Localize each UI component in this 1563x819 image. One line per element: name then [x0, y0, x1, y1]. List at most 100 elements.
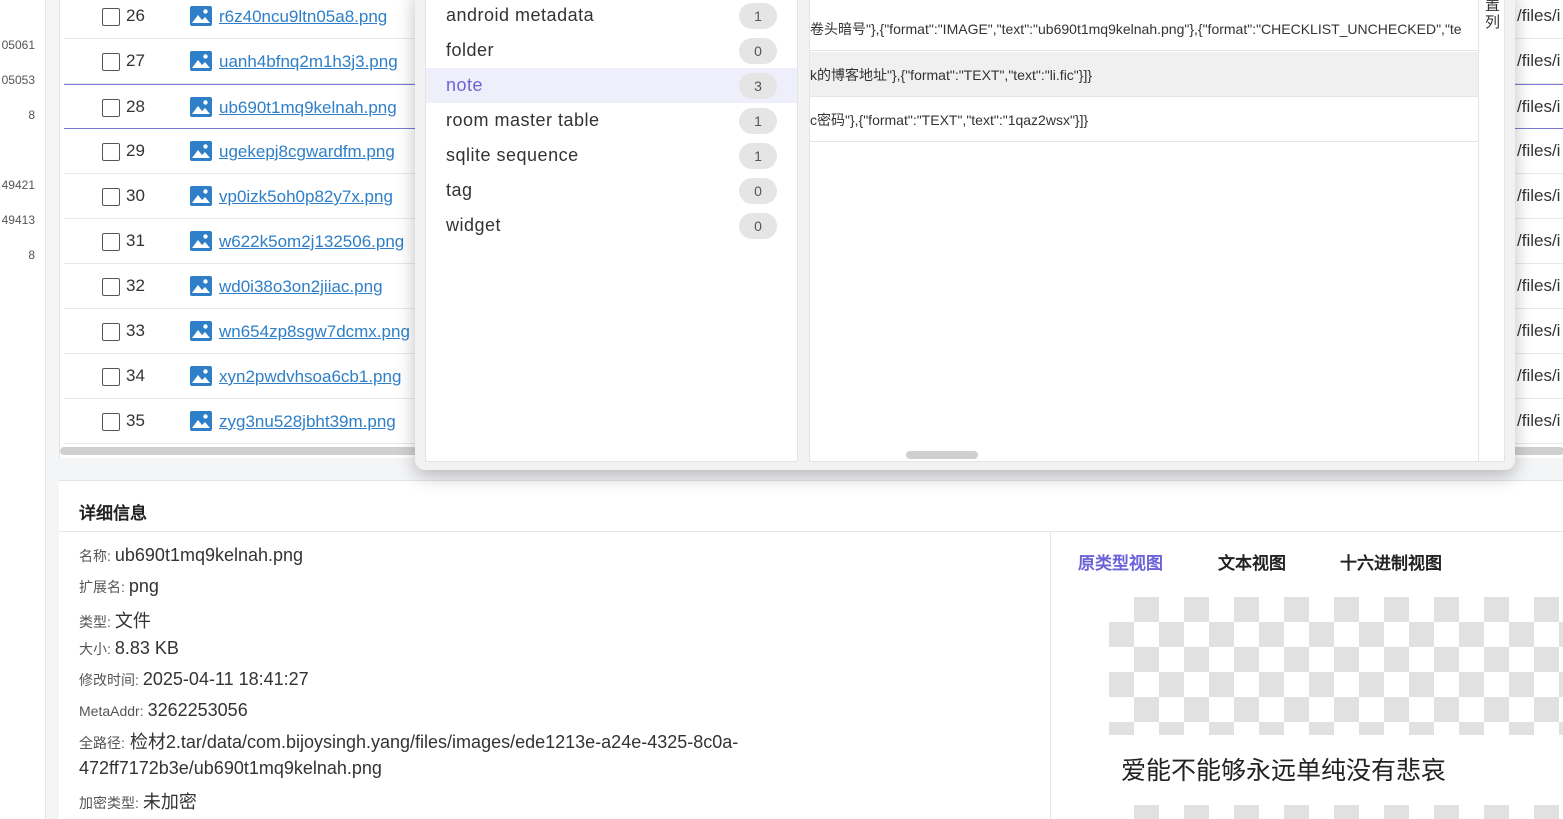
tab-original-view[interactable]: 原类型视图	[1078, 549, 1163, 574]
value: 检材2.tar/data/com.bijoysingh.yang/files/i…	[79, 732, 739, 778]
row-number: 29	[126, 141, 145, 160]
db-table-name: android metadata	[446, 5, 595, 25]
value: 3262253056	[147, 700, 248, 720]
file-name-link[interactable]: xyn2pwdvhsoa6cb1.png	[219, 367, 401, 387]
image-preview: 爱能不能够永远单纯没有悲哀	[1109, 597, 1563, 819]
row-number: 31	[126, 231, 145, 250]
row-number: 32	[126, 276, 145, 295]
db-table-item[interactable]: tag 0	[426, 173, 797, 208]
row-checkbox[interactable]	[102, 413, 120, 431]
file-name-link[interactable]: r6z40ncu9ltn05a8.png	[219, 7, 387, 27]
image-file-icon	[190, 411, 212, 431]
image-file-icon	[190, 6, 212, 26]
db-table-name: widget	[446, 215, 502, 235]
row-checkbox[interactable]	[102, 278, 120, 296]
row-checkbox[interactable]	[102, 188, 120, 206]
db-table-list: android metadata 1 folder 0 note 3 room …	[425, 0, 798, 462]
left-value: 05053	[1, 73, 35, 87]
label: 加密类型:	[79, 795, 139, 811]
file-name-link[interactable]: vp0izk5oh0p82y7x.png	[219, 187, 393, 207]
db-record-cell: 卷头暗号"},{"format":"IMAGE","text":"ub690t1…	[810, 21, 1462, 37]
db-table-count-badge: 3	[739, 73, 777, 99]
db-table-name: folder	[446, 40, 495, 60]
file-name-link[interactable]: wn654zp8sgw7dcmx.png	[219, 322, 410, 342]
row-checkbox[interactable]	[102, 53, 120, 71]
row-number: 28	[126, 97, 145, 116]
db-table-count-badge: 0	[739, 178, 777, 204]
db-table-name: tag	[446, 180, 473, 200]
file-name-link[interactable]: uanh4bfnq2m1h3j3.png	[219, 52, 398, 72]
db-table-count-badge: 1	[739, 108, 777, 134]
left-value: 05061	[1, 38, 35, 52]
detail-title: 详细信息	[79, 504, 147, 523]
db-table-count-badge: 0	[739, 213, 777, 239]
records-horizontal-scrollbar[interactable]	[906, 451, 978, 459]
row-checkbox[interactable]	[102, 368, 120, 386]
detail-meta-addr: MetaAddr: 3262253056	[79, 700, 248, 721]
detail-name: 名称: ub690t1mq9kelnah.png	[79, 545, 303, 566]
file-path: /files/i	[1517, 411, 1561, 430]
db-record-cell: k的博客地址"},{"format":"TEXT","text":"li.fic…	[810, 67, 1093, 83]
db-table-item[interactable]: widget 0	[426, 208, 797, 243]
row-checkbox[interactable]	[102, 323, 120, 341]
left-value: 8	[28, 108, 35, 122]
value: 8.83 KB	[114, 638, 179, 658]
left-value: 8	[28, 248, 35, 262]
value: 2025-04-11 18:41:27	[142, 669, 309, 689]
tab-hex-view[interactable]: 十六进制视图	[1340, 549, 1442, 574]
image-file-icon	[190, 276, 212, 296]
db-table-item[interactable]: room master table 1	[426, 103, 797, 138]
db-table-item[interactable]: sqlite sequence 1	[426, 138, 797, 173]
file-path: /files/i	[1517, 186, 1561, 205]
label: 扩展名:	[79, 579, 125, 595]
file-path: /files/i	[1517, 231, 1561, 250]
db-record-row-selected[interactable]: k的博客地址"},{"format":"TEXT","text":"li.fic…	[810, 52, 1478, 97]
left-partial-column: 05061 05053 8 49421 49413 8	[0, 0, 46, 819]
value: png	[128, 576, 159, 596]
database-viewer-dialog: android metadata 1 folder 0 note 3 room …	[415, 0, 1515, 470]
row-number: 26	[126, 6, 145, 25]
row-checkbox[interactable]	[102, 99, 120, 117]
value: ub690t1mq9kelnah.png	[114, 545, 304, 565]
db-table-count-badge: 1	[739, 143, 777, 169]
detail-size: 大小: 8.83 KB	[79, 638, 179, 659]
row-checkbox[interactable]	[102, 8, 120, 26]
db-table-item[interactable]: folder 0	[426, 33, 797, 68]
image-file-icon	[190, 186, 212, 206]
db-table-name: sqlite sequence	[446, 145, 579, 165]
detail-extension: 扩展名: png	[79, 576, 159, 597]
db-record-row[interactable]: 卷头暗号"},{"format":"IMAGE","text":"ub690t1…	[810, 6, 1478, 51]
left-value: 49421	[1, 178, 35, 192]
db-table-name: room master table	[446, 110, 600, 130]
label: 名称:	[79, 548, 111, 564]
detail-modified-time: 修改时间: 2025-04-11 18:41:27	[79, 669, 309, 690]
label: 大小:	[79, 641, 111, 657]
db-table-count-badge: 0	[739, 38, 777, 64]
label: MetaAddr:	[79, 703, 144, 719]
db-table-count-badge: 1	[739, 3, 777, 29]
db-table-item[interactable]: android metadata 1	[426, 0, 797, 33]
tab-text-view[interactable]: 文本视图	[1218, 549, 1286, 574]
file-name-link[interactable]: ugekepj8cgwardfm.png	[219, 142, 395, 162]
file-path: /files/i	[1517, 97, 1561, 116]
db-column-header: 置列	[1485, 0, 1501, 31]
file-name-link[interactable]: w622k5om2j132506.png	[219, 232, 404, 252]
file-path: /files/i	[1517, 51, 1561, 70]
row-number: 33	[126, 321, 145, 340]
db-record-row[interactable]: c密码"},{"format":"TEXT","text":"1qaz2wsx"…	[810, 97, 1478, 142]
file-path: /files/i	[1517, 366, 1561, 385]
file-name-link[interactable]: ub690t1mq9kelnah.png	[219, 98, 397, 118]
row-checkbox[interactable]	[102, 233, 120, 251]
value: 未加密	[142, 792, 197, 812]
row-number: 27	[126, 51, 145, 70]
row-checkbox[interactable]	[102, 143, 120, 161]
file-name-link[interactable]: zyg3nu528jbht39m.png	[219, 412, 396, 432]
image-file-icon	[190, 97, 212, 117]
detail-encryption: 加密类型: 未加密	[79, 788, 197, 814]
app-root: 05061 05053 8 49421 49413 8 26 r6z40ncu9…	[0, 0, 1563, 819]
value: 文件	[114, 611, 151, 631]
image-file-icon	[190, 141, 212, 161]
db-table-item-selected[interactable]: note 3	[426, 68, 797, 103]
row-number: 35	[126, 411, 145, 430]
file-name-link[interactable]: wd0i38o3on2jiiac.png	[219, 277, 383, 297]
